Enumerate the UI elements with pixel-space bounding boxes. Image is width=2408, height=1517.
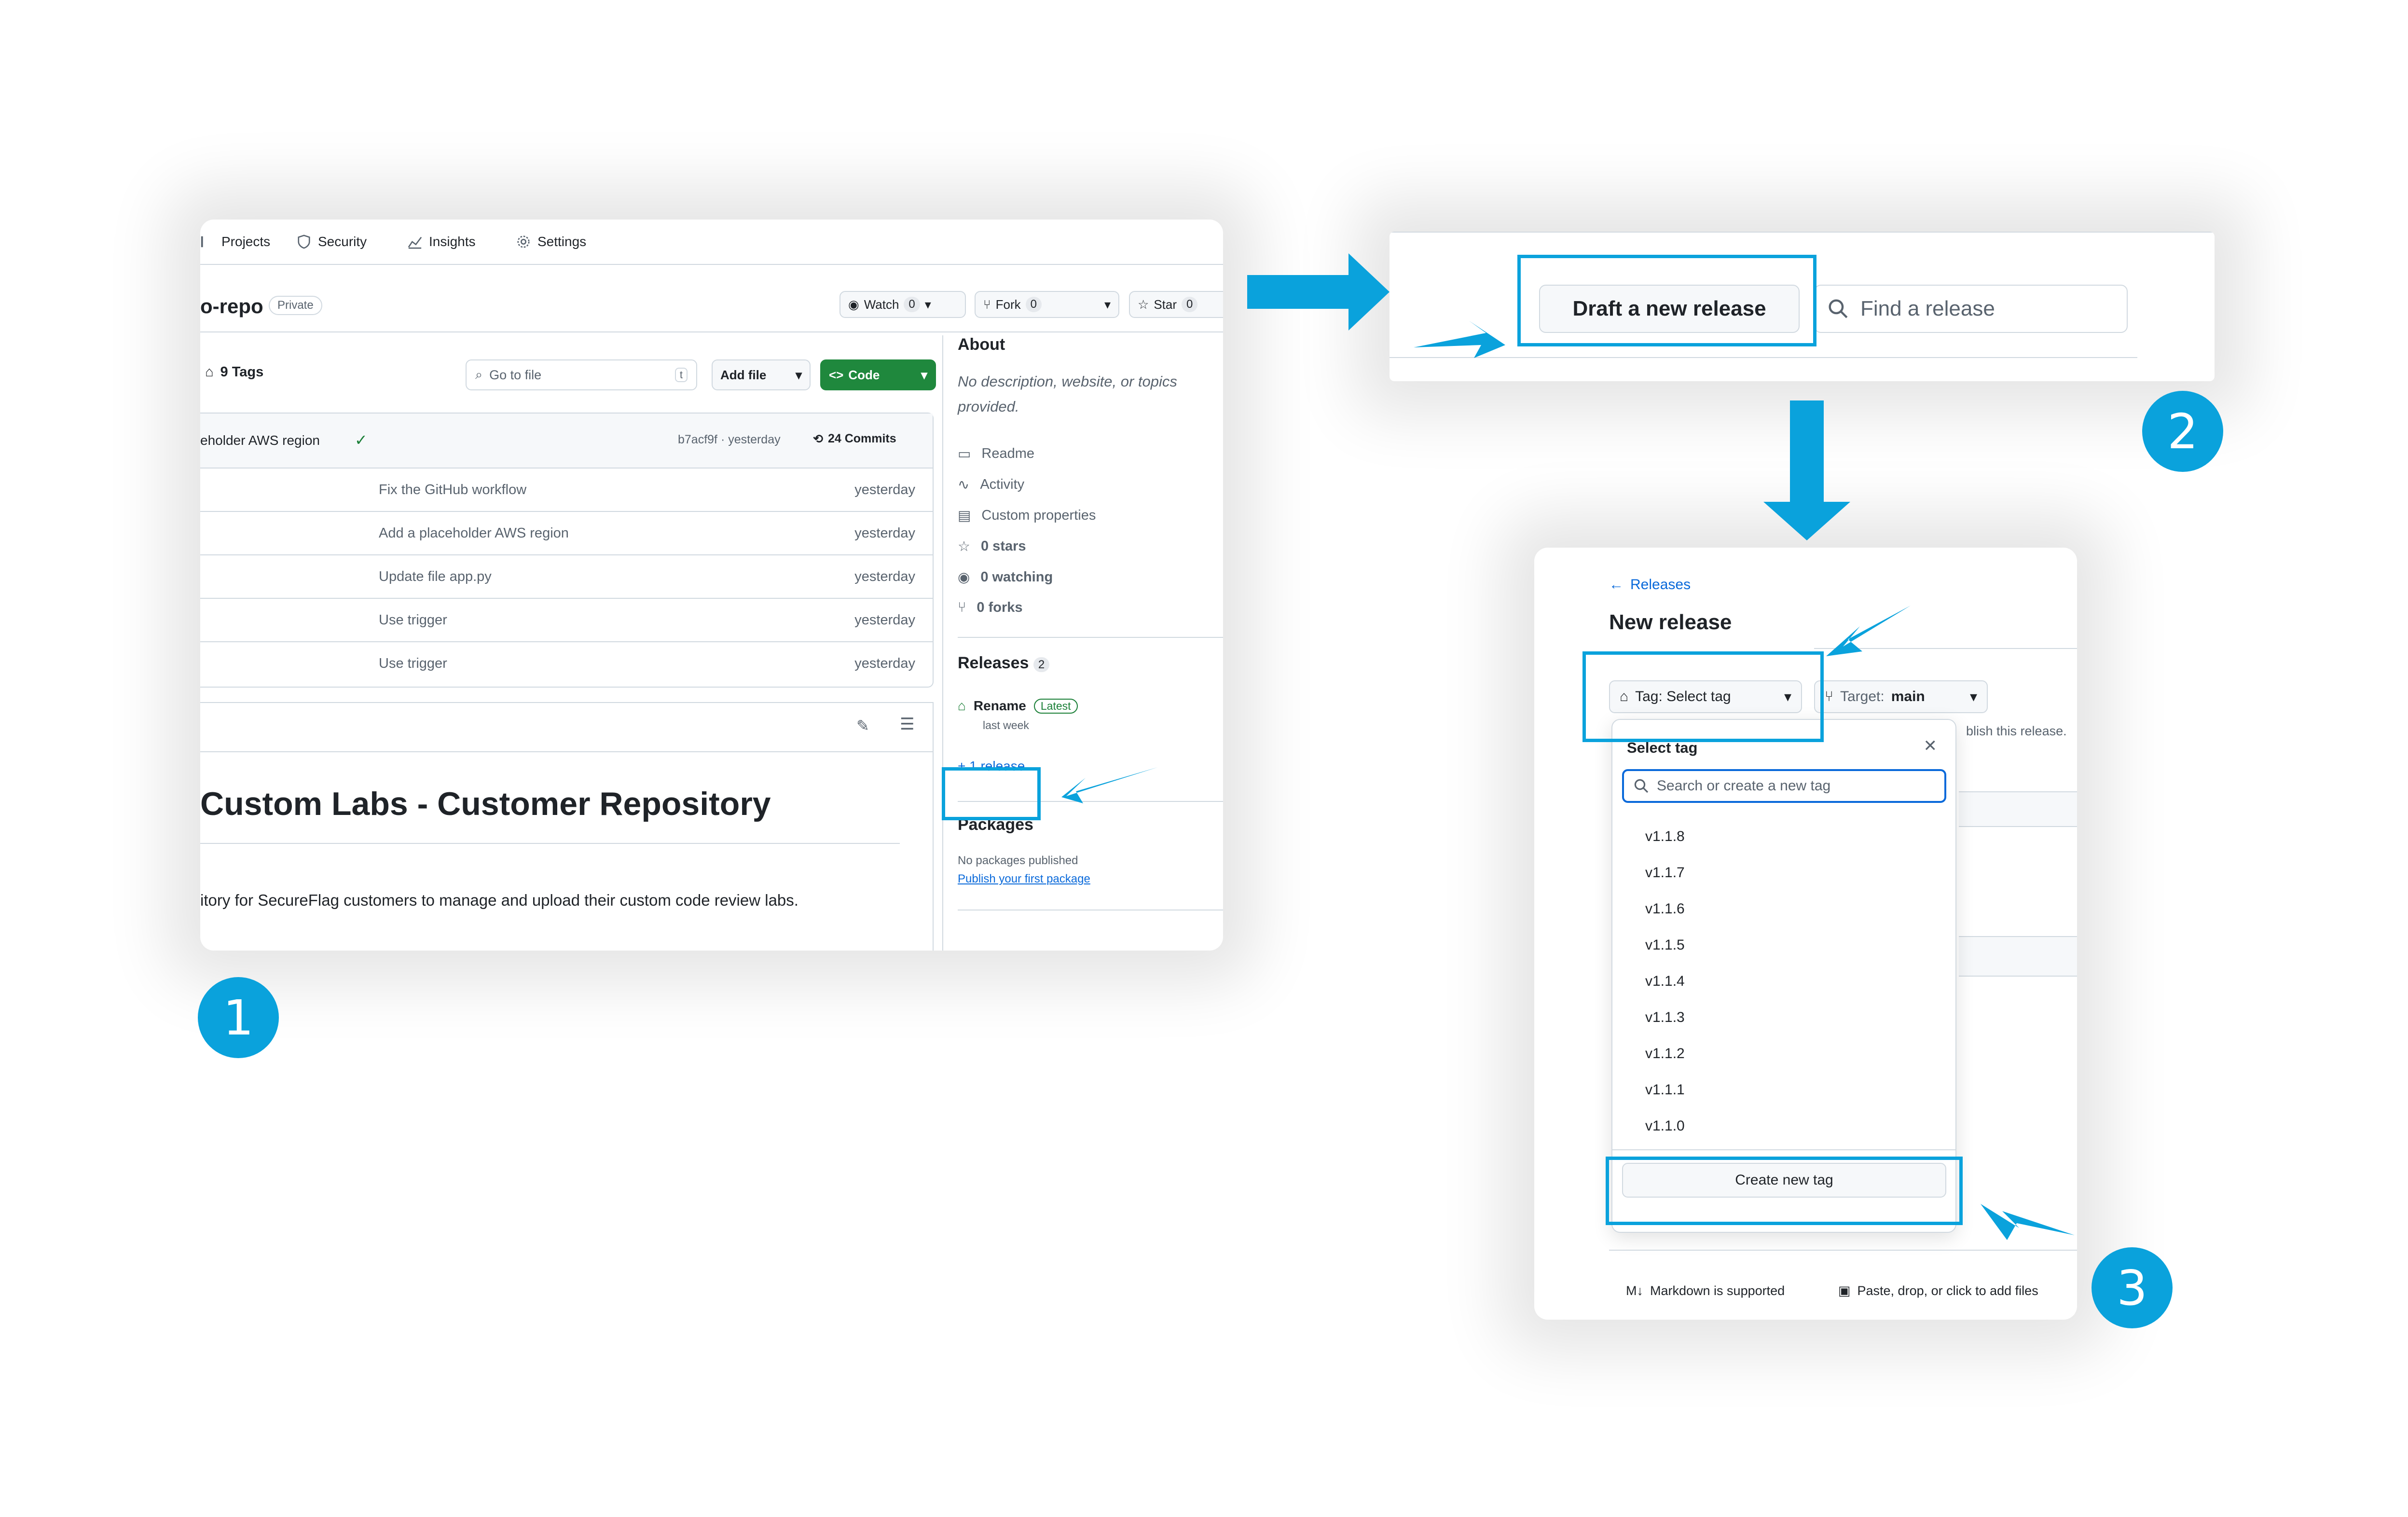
arrow-pointer-create-tag <box>1981 1204 2075 1240</box>
arrow-right-large <box>1247 253 1390 331</box>
arrow-down-large <box>1763 400 1850 540</box>
arrow-pointer-draft <box>1414 321 1505 358</box>
step-1-badge: 1 <box>198 977 279 1058</box>
arrow-pointer-release <box>1061 767 1158 803</box>
annotation-arrows <box>1061 253 2075 1240</box>
arrow-pointer-tag <box>1826 606 1911 656</box>
step-3-badge: 3 <box>2092 1247 2173 1328</box>
step-2-badge: 2 <box>2142 391 2223 472</box>
